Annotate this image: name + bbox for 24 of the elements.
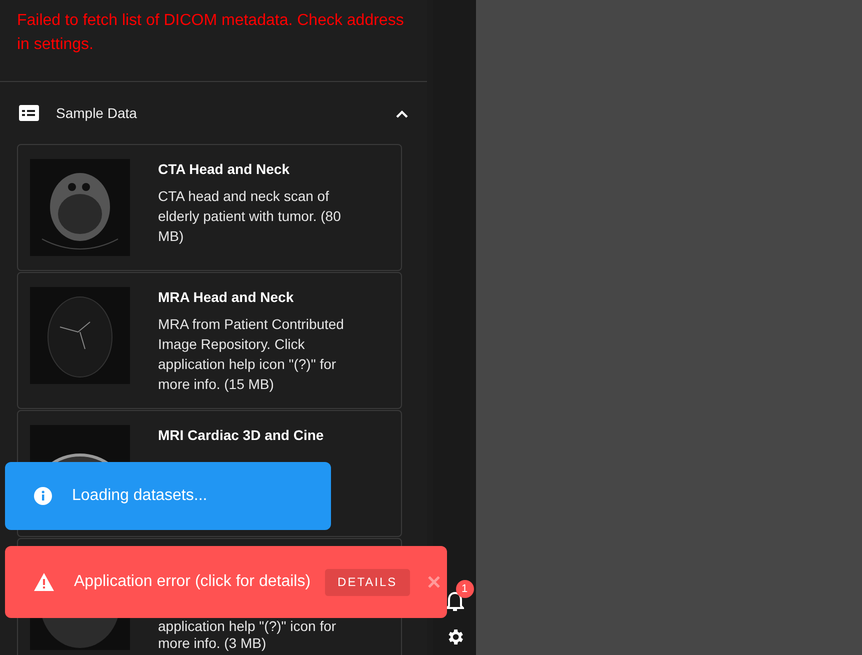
dataset-card[interactable]: CTA Head and Neck CTA head and neck scan of elderly patient with tumor. (80 MB) [17,144,402,271]
dataset-description: CTA head and neck scan of elderly patient with tumor. (80 MB) [158,187,342,246]
dataset-card[interactable]: MRA Head and Neck MRA from Patient Contributed Image Repository. Click application help icon "(?)" for more info. (15 MB) [17,272,402,409]
close-icon [428,576,440,588]
dataset-description: application help "(?)" icon for more info. (3 MB) [158,618,338,652]
notification-count: 1 [456,580,474,598]
info-icon [34,487,52,505]
dataset-description: MRA from Patient Contributed Image Repository. Click application help icon "(?)" for more info. (15 MB) [158,315,345,394]
notification-message: Loading datasets... [72,487,208,505]
bell-icon [446,592,464,613]
error-message: Failed to fetch list of DICOM metadata. Check address in settings. [16,11,405,55]
error-notification[interactable]: Application error (click for details) DETAILS [5,546,447,618]
section-title: Sample Data [56,105,138,121]
notification-message: Application error (click for details) [74,573,311,591]
list-icon [19,105,39,121]
warning-icon [34,573,54,591]
notifications-button[interactable] [446,592,464,613]
chevron-icon [395,108,409,118]
info-notification[interactable]: Loading datasets... [5,462,331,530]
dataset-title: CTA Head and Neck [158,160,290,178]
dataset-title: MRI Cardiac 3D and Cine [158,426,324,444]
dataset-title: MRA Head and Neck [158,288,295,306]
details-button[interactable]: DETAILS [324,568,410,596]
collapse-button[interactable] [395,108,409,118]
